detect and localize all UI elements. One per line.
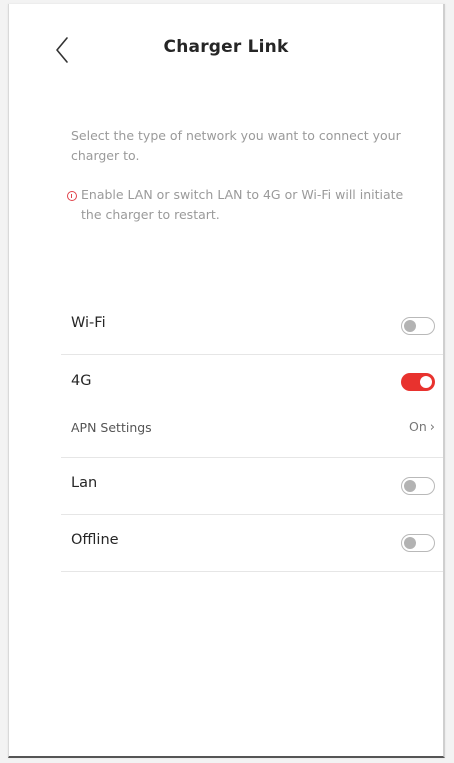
lan-toggle[interactable] (401, 477, 435, 495)
4g-label: 4G (71, 373, 92, 389)
top-bar: Charger Link (9, 4, 443, 92)
toggle-knob (403, 319, 416, 332)
toggle-knob (403, 479, 416, 492)
toggle-knob (420, 376, 432, 388)
lan-label: Lan (71, 475, 98, 491)
wifi-label: Wi-Fi (71, 315, 106, 331)
network-row-offline: Offline (61, 514, 443, 572)
alert-circle-icon (67, 191, 77, 201)
offline-label: Offline (71, 532, 119, 548)
apn-settings-label: APN Settings (71, 420, 152, 435)
4g-toggle[interactable] (401, 373, 435, 391)
apn-value: On (409, 419, 427, 434)
chevron-right-icon: › (429, 420, 435, 435)
network-row-lan: Lan (61, 457, 443, 515)
wifi-toggle[interactable] (401, 317, 435, 335)
apn-settings-link[interactable]: On › (409, 419, 435, 435)
toggle-knob (403, 536, 416, 549)
warning-text: Enable LAN or switch LAN to 4G or Wi-Fi … (81, 187, 404, 222)
network-row-wifi: Wi-Fi (61, 297, 443, 355)
network-row-4g: 4G APN Settings On › (61, 354, 443, 458)
app-screen: Charger Link Select the type of network … (8, 4, 445, 758)
description-text: Select the type of network you want to c… (71, 128, 401, 163)
offline-toggle[interactable] (401, 534, 435, 552)
page-title: Charger Link (163, 37, 289, 57)
